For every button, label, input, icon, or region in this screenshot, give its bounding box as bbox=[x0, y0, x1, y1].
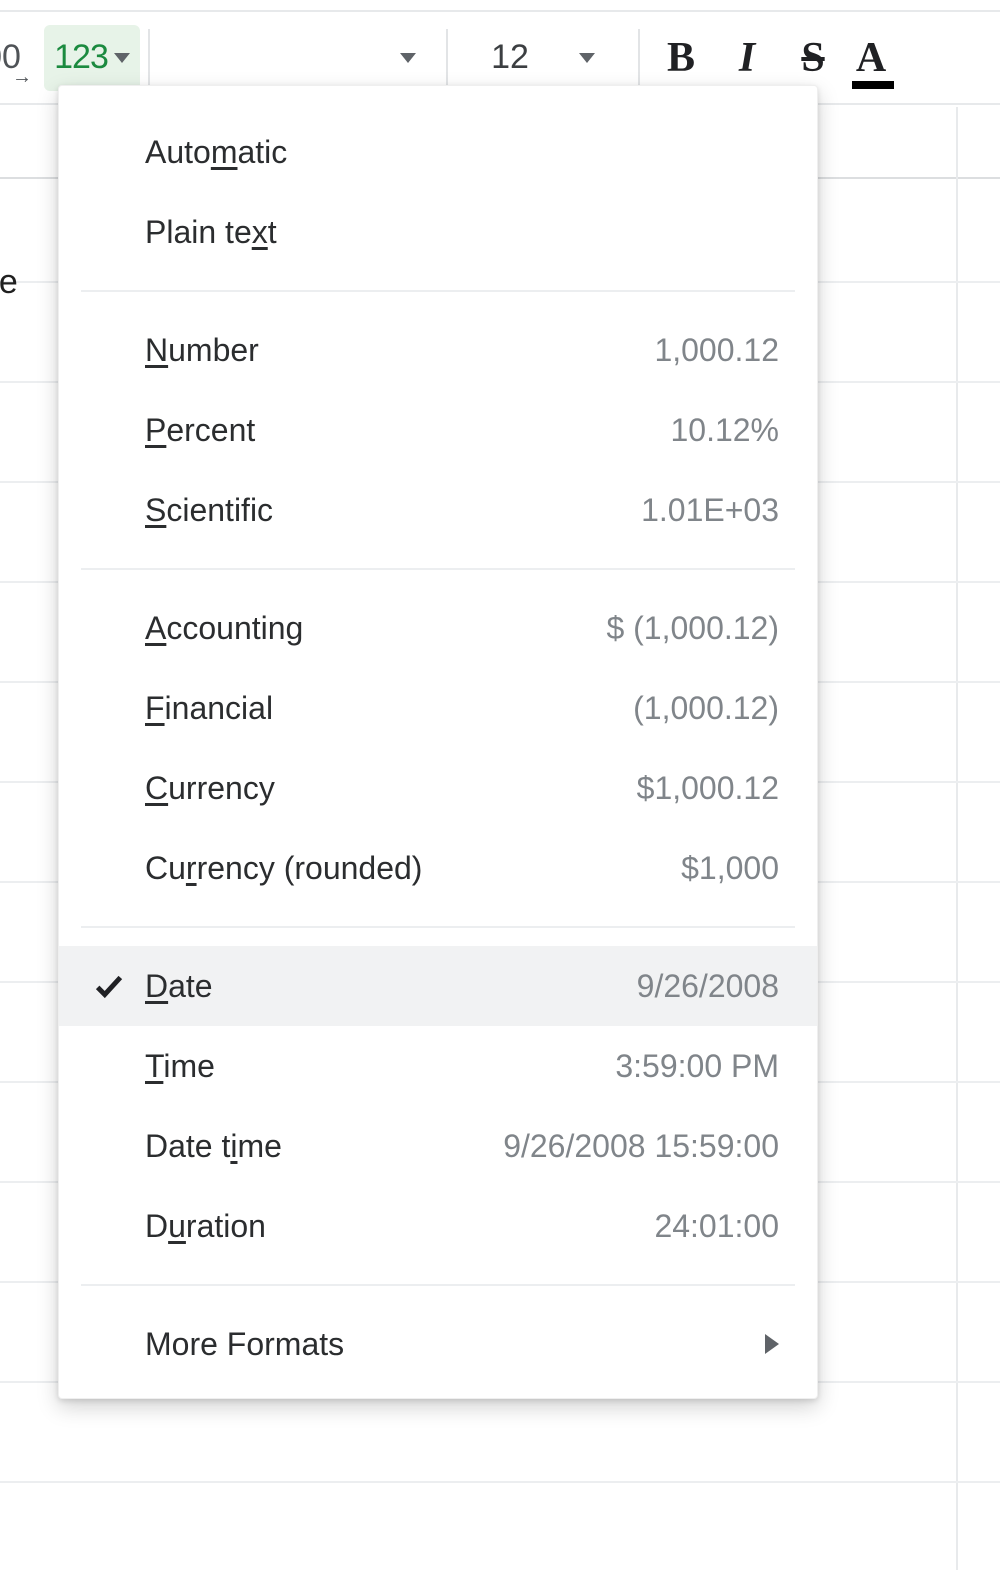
format-option-example: $1,000.12 bbox=[637, 770, 779, 807]
format-option-currency[interactable]: Currency $1,000.12 bbox=[59, 748, 817, 828]
font-family-picker[interactable] bbox=[158, 25, 438, 91]
format-option-label: Date bbox=[145, 968, 213, 1005]
check-icon bbox=[89, 490, 129, 530]
check-icon bbox=[89, 330, 129, 370]
format-option-currency-round[interactable]: Currency (rounded) $1,000 bbox=[59, 828, 817, 908]
more-formats-button[interactable]: 123 bbox=[44, 25, 140, 91]
check-icon bbox=[89, 688, 129, 728]
italic-icon: I bbox=[739, 34, 755, 82]
format-option-duration[interactable]: Duration 24:01:00 bbox=[59, 1186, 817, 1266]
format-option-financial[interactable]: Financial (1,000.12) bbox=[59, 668, 817, 748]
format-option-example: 3:59:00 PM bbox=[615, 1048, 779, 1085]
format-option-label: Plain text bbox=[145, 214, 277, 251]
format-option-example: 9/26/2008 bbox=[637, 968, 779, 1005]
toolbar-divider bbox=[148, 29, 150, 87]
font-size-value: 12 bbox=[491, 38, 529, 77]
check-icon bbox=[89, 410, 129, 450]
format-option-plain-text[interactable]: Plain text bbox=[59, 192, 817, 272]
cell-content-fragment: ne bbox=[0, 263, 18, 302]
bold-icon: B bbox=[667, 34, 695, 82]
font-size-picker[interactable]: 12 bbox=[456, 25, 630, 91]
bold-button[interactable]: B bbox=[648, 25, 714, 91]
format-option-accounting[interactable]: Accounting $ (1,000.12) bbox=[59, 588, 817, 668]
format-option-label: Currency (rounded) bbox=[145, 850, 422, 887]
text-color-button[interactable]: A bbox=[846, 25, 896, 91]
format-option-automatic[interactable]: Automatic bbox=[59, 112, 817, 192]
check-icon bbox=[89, 608, 129, 648]
more-formats-label: 123 bbox=[54, 38, 108, 77]
decrease-decimal-arrow-icon: → bbox=[12, 67, 30, 87]
check-icon bbox=[89, 768, 129, 808]
format-option-example: 1,000.12 bbox=[654, 332, 779, 369]
strikethrough-icon: S bbox=[801, 34, 824, 82]
text-color-icon: A bbox=[856, 34, 886, 82]
italic-button[interactable]: I bbox=[714, 25, 780, 91]
format-option-label: Percent bbox=[145, 412, 255, 449]
format-option-percent[interactable]: Percent 10.12% bbox=[59, 390, 817, 470]
row-gridline bbox=[0, 1481, 1000, 1483]
chevron-down-icon bbox=[114, 53, 130, 63]
format-option-label: Financial bbox=[145, 690, 273, 727]
check-icon bbox=[89, 1046, 129, 1086]
format-option-example: (1,000.12) bbox=[633, 690, 779, 727]
toolbar-divider bbox=[638, 29, 640, 87]
format-option-label: More Formats bbox=[145, 1326, 344, 1363]
format-option-more-formats[interactable]: More Formats bbox=[59, 1304, 817, 1384]
format-option-example: 10.12% bbox=[670, 412, 779, 449]
format-option-date[interactable]: Date 9/26/2008 bbox=[59, 946, 817, 1026]
number-format-menu: Automatic Plain text Number 1,000.12 Percent… bbox=[58, 85, 818, 1399]
check-icon bbox=[89, 212, 129, 252]
format-option-label: Date time bbox=[145, 1128, 282, 1165]
column-gridline bbox=[956, 107, 958, 1570]
format-option-label: Currency bbox=[145, 770, 275, 807]
check-icon bbox=[89, 132, 129, 172]
format-option-example: 1.01E+03 bbox=[641, 492, 779, 529]
check-icon bbox=[89, 1126, 129, 1166]
format-option-number[interactable]: Number 1,000.12 bbox=[59, 310, 817, 390]
format-option-date-time[interactable]: Date time 9/26/2008 15:59:00 bbox=[59, 1106, 817, 1186]
format-option-label: Duration bbox=[145, 1208, 266, 1245]
format-option-example: 9/26/2008 15:59:00 bbox=[503, 1128, 779, 1165]
format-option-example: $1,000 bbox=[681, 850, 779, 887]
check-icon bbox=[89, 848, 129, 888]
chevron-down-icon bbox=[400, 53, 416, 63]
format-option-scientific[interactable]: Scientific 1.01E+03 bbox=[59, 470, 817, 550]
toolbar-divider bbox=[446, 29, 448, 87]
format-option-label: Time bbox=[145, 1048, 215, 1085]
format-option-label: Number bbox=[145, 332, 259, 369]
format-option-label: Scientific bbox=[145, 492, 273, 529]
chevron-down-icon bbox=[579, 53, 595, 63]
format-option-label: Automatic bbox=[145, 134, 287, 171]
format-option-time[interactable]: Time 3:59:00 PM bbox=[59, 1026, 817, 1106]
check-icon bbox=[89, 1324, 129, 1364]
decrease-decimal-button[interactable]: 00 → bbox=[0, 25, 44, 91]
check-icon bbox=[89, 966, 129, 1006]
format-option-label: Accounting bbox=[145, 610, 303, 647]
check-icon bbox=[89, 1206, 129, 1246]
format-option-example: $ (1,000.12) bbox=[606, 610, 779, 647]
format-option-example: 24:01:00 bbox=[654, 1208, 779, 1245]
chevron-right-icon bbox=[765, 1334, 779, 1354]
strikethrough-button[interactable]: S bbox=[780, 25, 846, 91]
